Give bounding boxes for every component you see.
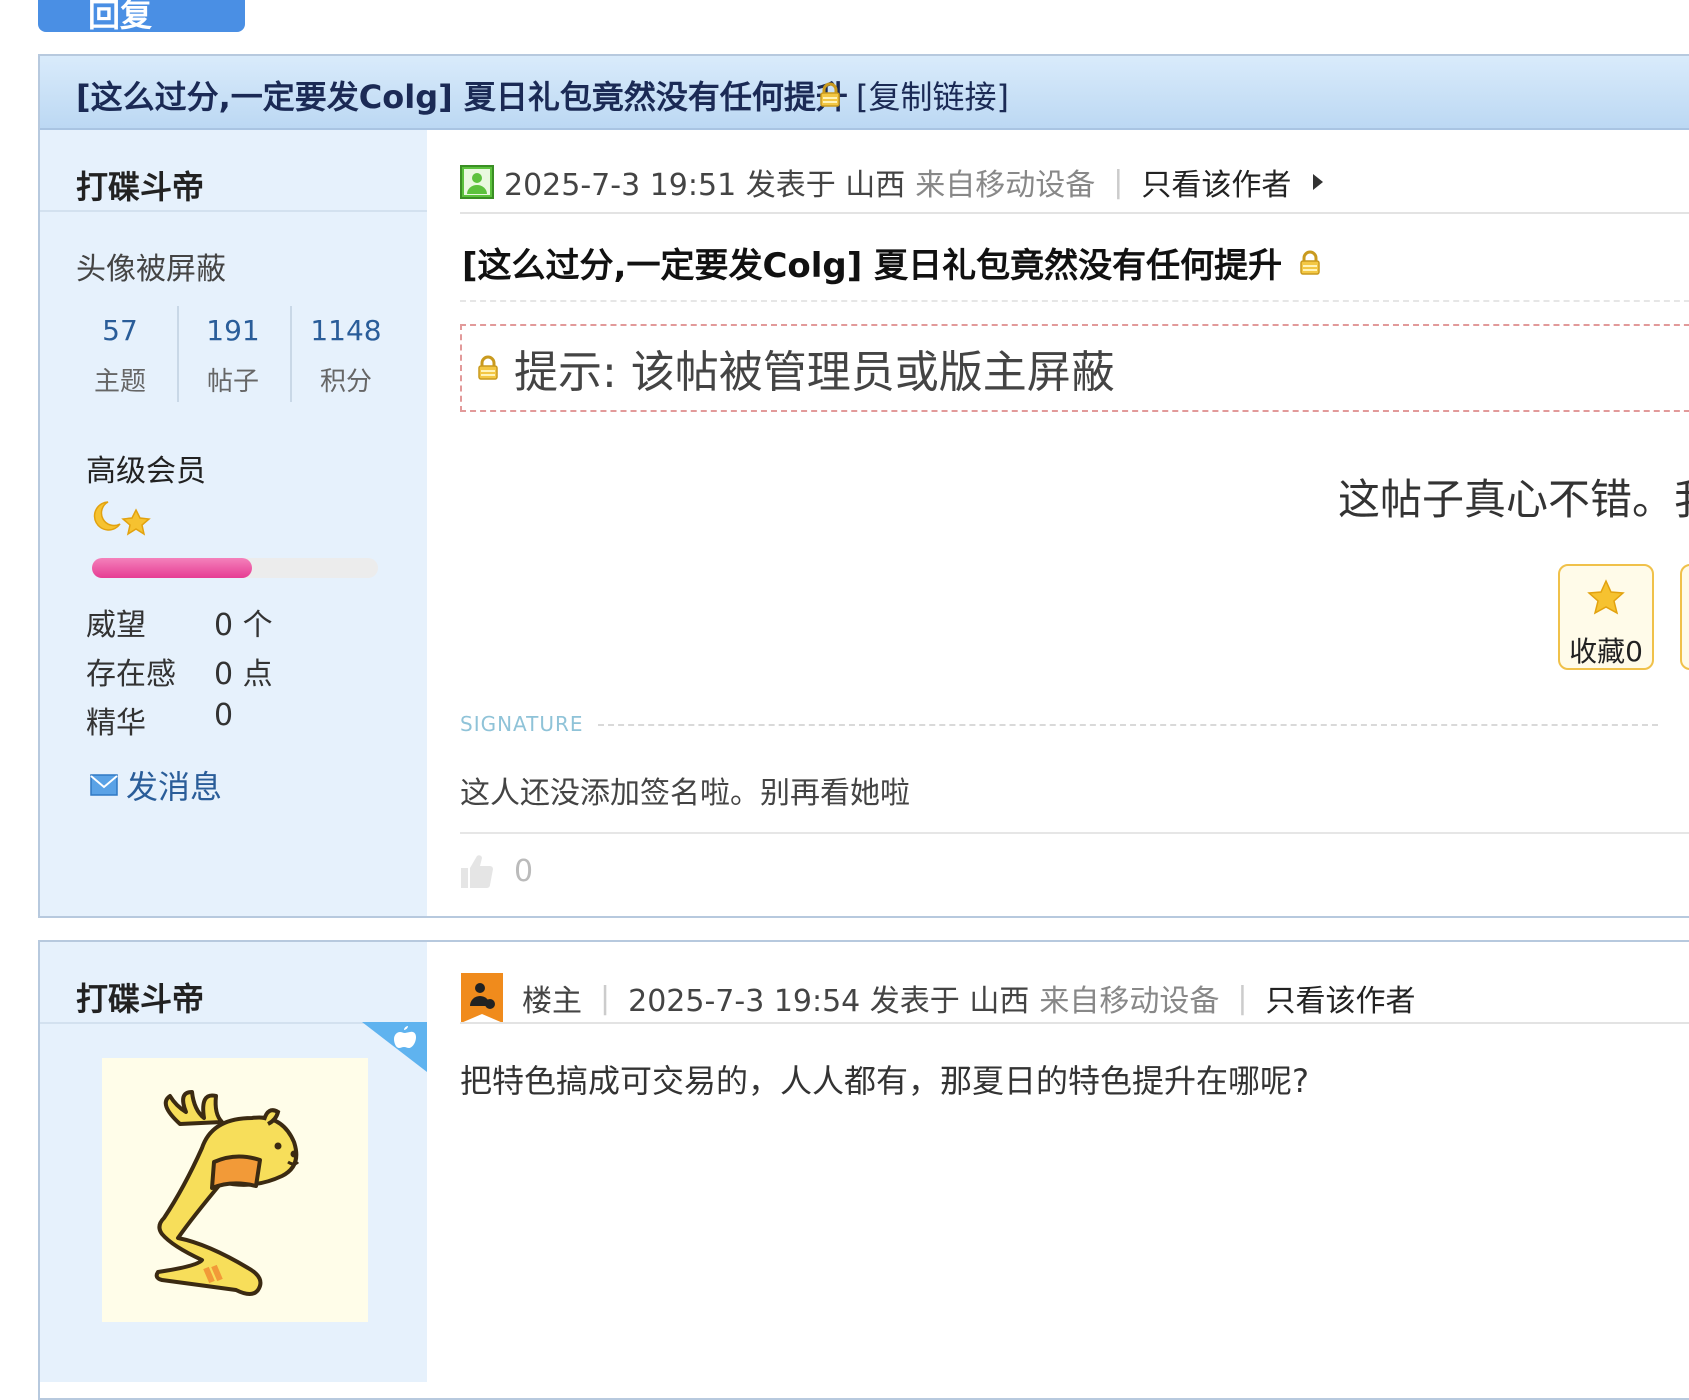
thread-starter-label: 楼主 xyxy=(522,984,582,1019)
stat-label: 帖子 xyxy=(206,367,259,397)
avatar[interactable] xyxy=(102,1058,368,1322)
info-row-prestige: 威望 0 个 xyxy=(86,600,273,644)
post-title: [这么过分,一定要发Colg] 夏日礼包竟然没有任何提升 xyxy=(462,238,1322,287)
only-author-link[interactable]: 只看该作者 xyxy=(1141,160,1291,204)
triangle-right-icon[interactable] xyxy=(1311,172,1325,192)
favorite-label: 收藏0 xyxy=(1569,635,1643,668)
stat-value: 57 xyxy=(102,314,138,347)
info-value: 0 xyxy=(214,698,234,733)
info-value: 0 点 xyxy=(214,657,273,692)
stat-value: 1148 xyxy=(310,314,382,347)
post-datetime: 2025-7-3 19:51 发表于 山西 xyxy=(504,168,906,203)
thread-starter-icon xyxy=(461,973,503,1023)
divider xyxy=(598,724,1658,726)
rank-icons xyxy=(86,498,166,538)
moon-icon xyxy=(93,501,151,536)
author-name[interactable]: 打碟斗帝 xyxy=(76,974,204,1020)
post-meta: 楼主 | 2025-7-3 19:54 发表于 山西 来自移动设备 | 只看该作… xyxy=(460,972,1415,1024)
stat-credits[interactable]: 1148 积分 xyxy=(290,314,402,398)
post-title-text: [这么过分,一定要发Colg] 夏日礼包竟然没有任何提升 xyxy=(462,246,1283,286)
stat-label: 积分 xyxy=(319,367,372,397)
praise-text: 这帖子真心不错。我 xyxy=(1338,475,1689,524)
stat-posts[interactable]: 191 帖子 xyxy=(177,314,289,398)
avatar-blocked-text: 头像被屏蔽 xyxy=(76,252,226,287)
lock-icon xyxy=(478,355,498,380)
thread-title: [这么过分,一定要发Colg] 夏日礼包竟然没有任何提升 xyxy=(76,78,848,116)
info-label: 威望 xyxy=(86,608,146,643)
favorite-button[interactable]: 收藏0 xyxy=(1558,564,1654,670)
notice-text: 提示: 该帖被管理员或版主屏蔽 xyxy=(514,347,1115,398)
apple-icon xyxy=(362,1022,427,1072)
like-count: 0 xyxy=(514,853,534,889)
thumbs-up-icon xyxy=(461,855,493,888)
user-group[interactable]: 高级会员 xyxy=(86,446,206,490)
post-meta: 2025-7-3 19:51 发表于 山西 来自移动设备 | 只看该作者 xyxy=(460,160,1325,204)
divider xyxy=(40,210,427,212)
author-name[interactable]: 打碟斗帝 xyxy=(76,162,204,208)
level-progress-fill xyxy=(92,558,253,578)
copy-link[interactable]: [复制链接] xyxy=(856,72,1009,118)
online-status-icon xyxy=(460,165,494,199)
divider xyxy=(460,212,1689,214)
divider xyxy=(460,300,1689,302)
lock-icon xyxy=(818,82,842,112)
like-button[interactable]: 0 xyxy=(460,852,533,890)
stat-value: 191 xyxy=(206,314,260,347)
reply-button[interactable]: 回复 xyxy=(38,0,245,32)
post-device: 来自移动设备 xyxy=(1039,984,1220,1019)
post-datetime: 2025-7-3 19:54 发表于 山西 xyxy=(628,984,1030,1019)
send-message-link[interactable]: 发消息 xyxy=(90,762,222,808)
divider xyxy=(460,832,1689,834)
lock-icon xyxy=(1300,250,1320,275)
info-row-presence: 存在感 0 点 xyxy=(86,649,273,693)
share-button[interactable] xyxy=(1680,564,1689,670)
info-label: 存在感 xyxy=(86,657,176,692)
envelope-icon xyxy=(90,774,118,796)
level-progress-bar xyxy=(92,558,378,578)
blocked-notice: 提示: 该帖被管理员或版主屏蔽 xyxy=(460,324,1689,412)
only-author-link[interactable]: 只看该作者 xyxy=(1265,976,1415,1020)
info-value: 0 个 xyxy=(214,608,273,643)
reply-label: 回复 xyxy=(88,0,153,34)
info-label: 精华 xyxy=(86,706,146,741)
signature-label: SIGNATURE xyxy=(460,712,584,736)
star-icon xyxy=(1587,579,1625,615)
divider xyxy=(460,1022,1689,1024)
post-device: 来自移动设备 xyxy=(915,168,1096,203)
stat-label: 主题 xyxy=(93,367,146,397)
stat-topics[interactable]: 57 主题 xyxy=(64,314,176,398)
signature-text: 这人还没添加签名啦。别再看她啦 xyxy=(460,776,910,811)
info-row-essence: 精华 0 xyxy=(86,698,233,742)
post-body: 把特色搞成可交易的，人人都有，那夏日的特色提升在哪呢? xyxy=(460,1062,1309,1100)
star-icon xyxy=(121,508,151,536)
send-message-label: 发消息 xyxy=(126,768,223,806)
